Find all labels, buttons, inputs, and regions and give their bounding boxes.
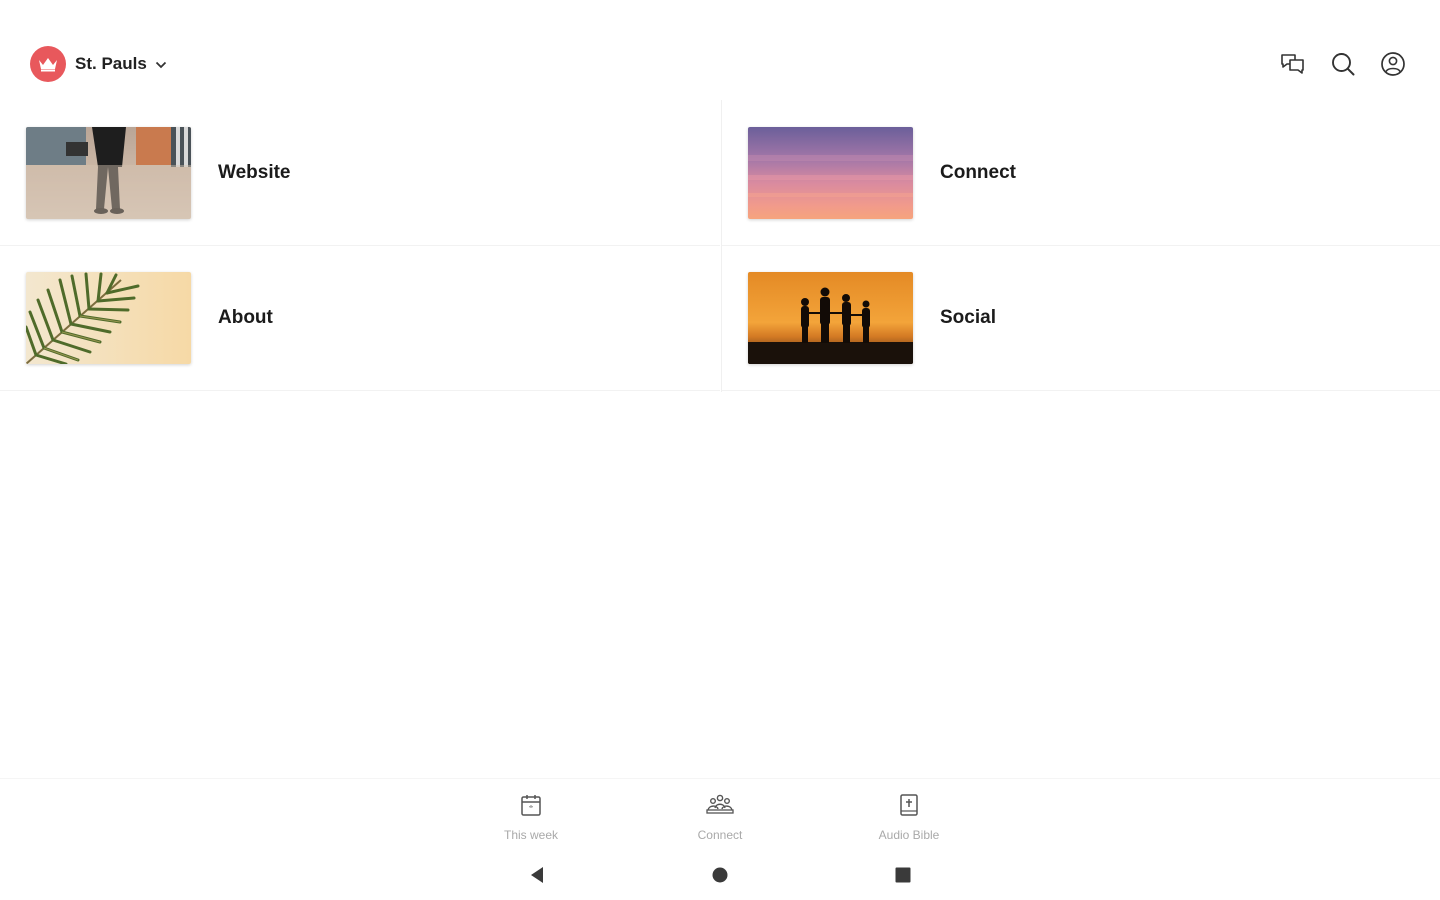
nav-item-connect[interactable]: Connect (660, 793, 780, 842)
system-navigation-bar (0, 850, 1440, 900)
header-actions (1280, 47, 1406, 81)
organization-name: St. Pauls (75, 54, 147, 73)
search-icon[interactable] (1330, 47, 1356, 81)
nav-label: Connect (697, 828, 743, 842)
tile-connect[interactable]: Connect (722, 100, 1440, 246)
pink-sunset-sky-photo (748, 126, 913, 219)
top-app-bar: St. Pauls (0, 0, 1440, 110)
walking-legs-photo (26, 126, 191, 219)
family-silhouette-sunset-photo (748, 272, 913, 364)
messages-icon[interactable] (1280, 47, 1306, 81)
palm-leaf-photo (26, 272, 191, 364)
people-icon (705, 793, 735, 822)
tile-about[interactable]: About (0, 245, 720, 391)
bottom-navigation: This week Connect Audio Bible (0, 778, 1440, 846)
nav-item-audio-bible[interactable]: Audio Bible (849, 793, 969, 842)
account-icon[interactable] (1380, 47, 1406, 81)
nav-label: Audio Bible (878, 828, 940, 842)
bible-icon (898, 793, 920, 822)
home-circle-icon[interactable] (705, 862, 735, 888)
tile-label: Connect (940, 161, 1016, 183)
crown-icon (30, 46, 66, 82)
tile-label: About (218, 307, 273, 328)
nav-item-this-week[interactable]: This week (471, 793, 591, 842)
tile-label: Website (218, 161, 291, 183)
nav-label: This week (503, 828, 559, 842)
tile-social[interactable]: Social (722, 245, 1440, 391)
calendar-icon (520, 793, 542, 822)
organization-switcher[interactable]: St. Pauls (30, 46, 167, 82)
tile-label: Social (940, 307, 996, 328)
chevron-down-icon (155, 61, 167, 69)
back-triangle-icon[interactable] (522, 862, 552, 888)
tile-website[interactable]: Website (0, 100, 720, 246)
recents-square-icon[interactable] (888, 862, 918, 888)
